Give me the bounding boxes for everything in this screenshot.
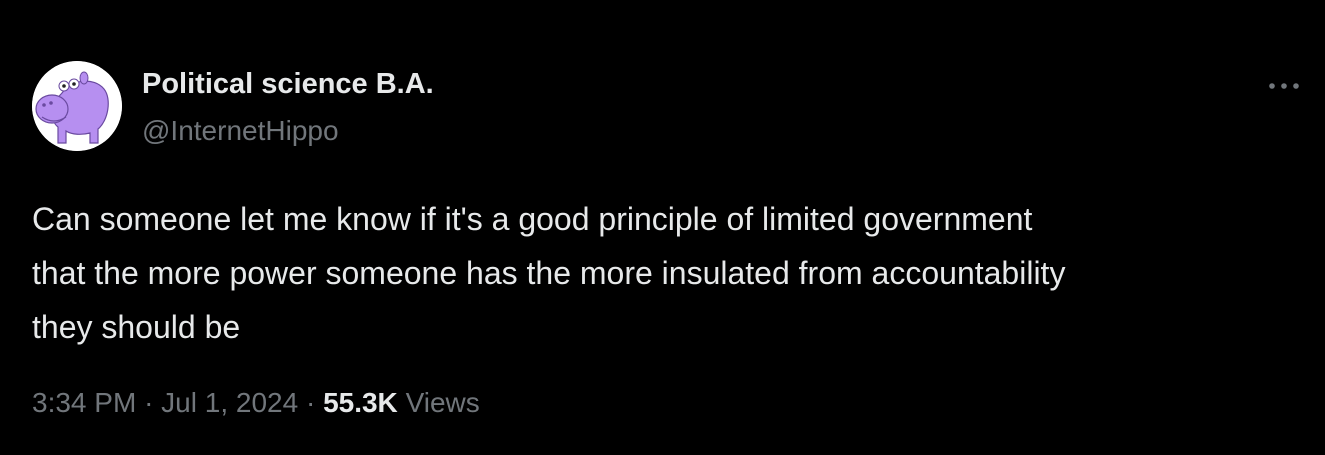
more-options-button[interactable] bbox=[1262, 72, 1306, 100]
separator-dot: · bbox=[144, 387, 154, 418]
tweet-date[interactable]: Jul 1, 2024 bbox=[161, 387, 298, 418]
views-count: 55.3K bbox=[323, 387, 398, 418]
views-label: Views bbox=[405, 387, 480, 418]
author-handle[interactable]: @InternetHippo bbox=[142, 115, 339, 147]
meta-separator: · bbox=[144, 387, 161, 418]
author-display-name[interactable]: Political science B.A. bbox=[142, 68, 434, 101]
tweet-time[interactable]: 3:34 PM bbox=[32, 387, 136, 418]
hippo-avatar-icon bbox=[32, 61, 122, 151]
tweet-metadata: 3:34 PM · Jul 1, 2024 · 55.3K Views bbox=[32, 387, 480, 419]
tweet-text: Can someone let me know if it's a good p… bbox=[32, 201, 1066, 345]
tweet-card: Political science B.A. @InternetHippo Ca… bbox=[0, 0, 1325, 455]
more-horizontal-icon bbox=[1269, 83, 1299, 89]
separator-dot: · bbox=[305, 387, 316, 418]
avatar[interactable] bbox=[32, 61, 122, 151]
meta-separator: · bbox=[306, 387, 323, 418]
